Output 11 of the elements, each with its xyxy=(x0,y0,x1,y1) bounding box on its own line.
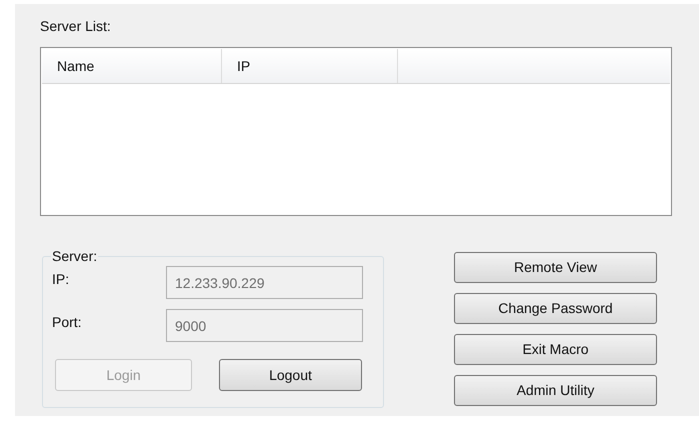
server-list-label: Server List: xyxy=(40,17,112,35)
action-button[interactable]: Admin Utility xyxy=(454,375,657,406)
logout-button[interactable]: Logout xyxy=(219,359,362,391)
action-button[interactable]: Remote View xyxy=(454,252,657,283)
field-label: Port: xyxy=(52,313,83,331)
action-button[interactable]: Change Password xyxy=(454,293,657,324)
field-label: IP: xyxy=(52,270,70,288)
action-button[interactable]: Exit Macro xyxy=(454,334,657,365)
column-header[interactable]: Name xyxy=(42,49,222,83)
server-group-label: Server: xyxy=(51,247,98,265)
column-header[interactable]: IP xyxy=(222,49,398,83)
